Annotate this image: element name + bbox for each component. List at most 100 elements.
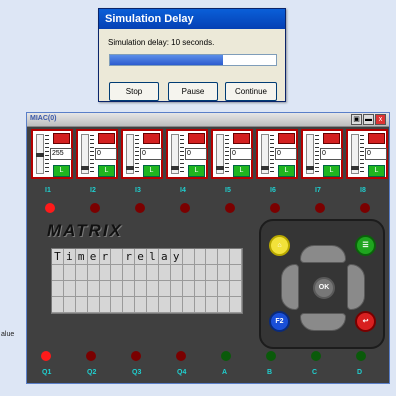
lcd-cell: e <box>135 249 147 265</box>
input-label: I3 <box>135 187 141 194</box>
lcd-cell: r <box>123 249 136 265</box>
status-led <box>180 203 190 213</box>
output-led <box>176 351 186 361</box>
lcd-cell <box>194 249 207 265</box>
lcd-cell <box>147 265 159 281</box>
slider-knob[interactable] <box>351 166 359 170</box>
input-value-field[interactable]: 0 <box>95 148 117 160</box>
input-latch-button[interactable]: L <box>233 165 250 177</box>
back-icon[interactable]: ↩ <box>355 311 376 332</box>
input-slider[interactable] <box>351 134 359 174</box>
miac-titlebar[interactable]: MIAC(0) ▣ ▬ x <box>27 113 389 127</box>
input-toggle-button[interactable] <box>368 133 385 144</box>
slider-knob[interactable] <box>126 166 134 170</box>
continue-button[interactable]: Continue <box>225 82 277 101</box>
input-value-field[interactable]: 0 <box>230 148 252 160</box>
input-value-field[interactable]: 255 <box>50 148 72 160</box>
slider-scale <box>90 135 94 173</box>
slider-knob[interactable] <box>81 166 89 170</box>
input-latch-button[interactable]: L <box>278 165 295 177</box>
input-value-field[interactable]: 0 <box>140 148 162 160</box>
input-label: I6 <box>270 187 276 194</box>
slider-knob[interactable] <box>36 152 44 157</box>
f2-button[interactable]: F2 <box>269 311 290 332</box>
input-toggle-button[interactable] <box>53 133 70 144</box>
lcd-cell <box>206 265 219 281</box>
input-toggle-button[interactable] <box>143 133 160 144</box>
input-toggle-button[interactable] <box>98 133 115 144</box>
lcd-cell <box>182 265 195 281</box>
lcd-cell <box>87 265 100 281</box>
input-latch-button[interactable]: L <box>368 165 385 177</box>
input-toggle-button[interactable] <box>278 133 295 144</box>
input-value-field[interactable]: 0 <box>185 148 207 160</box>
slider-knob[interactable] <box>216 166 224 170</box>
status-led <box>135 203 145 213</box>
ok-button[interactable]: OK <box>313 277 335 299</box>
output-led <box>266 351 276 361</box>
input-slider[interactable] <box>126 134 134 174</box>
lcd-cell: l <box>147 249 159 265</box>
lcd-cell <box>135 297 147 313</box>
output-led <box>356 351 366 361</box>
dialog-message: Simulation delay: 10 seconds. <box>108 38 215 47</box>
matrix-logo: MATRIX <box>47 221 123 240</box>
input-slider[interactable] <box>216 134 224 174</box>
input-latch-button[interactable]: L <box>98 165 115 177</box>
lcd-cell <box>111 249 124 265</box>
lcd-cell <box>182 297 195 313</box>
lcd-cell <box>52 281 64 297</box>
lcd-cell <box>99 297 112 313</box>
input-toggle-button[interactable] <box>233 133 250 144</box>
lcd-cell <box>75 281 88 297</box>
lcd-cell <box>158 265 171 281</box>
pin-icon[interactable]: ▣ <box>351 114 362 125</box>
input-control-3: 0L <box>121 129 163 179</box>
lcd-cell <box>230 281 242 297</box>
menu-icon[interactable]: ☰ <box>355 235 376 256</box>
input-value-field[interactable]: 0 <box>365 148 387 160</box>
slider-scale <box>45 135 49 173</box>
left-arrow-button[interactable] <box>281 264 299 310</box>
input-value-field[interactable]: 0 <box>320 148 342 160</box>
lcd-cell <box>52 265 64 281</box>
input-slider[interactable] <box>261 134 269 174</box>
input-slider[interactable] <box>36 134 44 174</box>
slider-knob[interactable] <box>171 166 179 170</box>
output-label: B <box>267 369 273 376</box>
lcd-cell: e <box>87 249 100 265</box>
input-slider[interactable] <box>81 134 89 174</box>
up-arrow-button[interactable] <box>300 245 346 263</box>
input-latch-button[interactable]: L <box>188 165 205 177</box>
input-value-field[interactable]: 0 <box>275 148 297 160</box>
lcd-cell <box>123 297 136 313</box>
input-slider[interactable] <box>171 134 179 174</box>
input-latch-button[interactable]: L <box>143 165 160 177</box>
lcd-cell <box>63 297 76 313</box>
slider-knob[interactable] <box>306 166 314 170</box>
close-icon[interactable]: x <box>375 114 386 125</box>
pause-button[interactable]: Pause <box>168 82 218 101</box>
output-led <box>41 351 51 361</box>
input-latch-button[interactable]: L <box>53 165 70 177</box>
input-label: I2 <box>90 187 96 194</box>
right-arrow-button[interactable] <box>347 264 365 310</box>
down-arrow-button[interactable] <box>300 313 346 331</box>
lcd-cell <box>63 281 76 297</box>
stop-button[interactable]: Stop <box>109 82 159 101</box>
input-control-4: 0L <box>166 129 208 179</box>
minimize-icon[interactable]: ▬ <box>363 114 374 125</box>
output-label: Q3 <box>132 369 142 376</box>
lcd-cell <box>230 297 242 313</box>
input-slider[interactable] <box>306 134 314 174</box>
input-toggle-button[interactable] <box>188 133 205 144</box>
slider-knob[interactable] <box>261 166 269 170</box>
input-latch-button[interactable]: L <box>323 165 340 177</box>
home-icon[interactable]: ⌂ <box>269 235 290 256</box>
status-led <box>270 203 280 213</box>
input-toggle-button[interactable] <box>323 133 340 144</box>
keypad: ⌂ ☰ F2 ↩ OK <box>259 219 385 349</box>
lcd-cell <box>123 265 136 281</box>
miac-title: MIAC(0) <box>30 115 57 122</box>
lcd-cell <box>194 297 207 313</box>
